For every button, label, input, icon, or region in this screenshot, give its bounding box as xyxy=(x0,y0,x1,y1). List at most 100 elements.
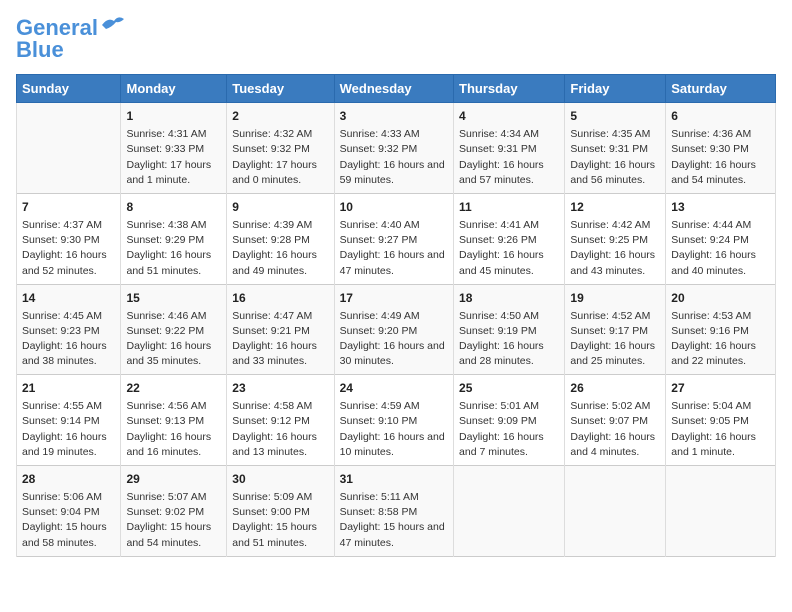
day-number: 29 xyxy=(126,471,221,488)
day-number: 12 xyxy=(570,199,660,216)
calendar-cell: 5 Sunrise: 4:35 AMSunset: 9:31 PMDaylight… xyxy=(565,103,666,194)
day-info: Sunrise: 5:09 AMSunset: 9:00 PMDaylight:… xyxy=(232,490,328,551)
calendar-cell: 9 Sunrise: 4:39 AMSunset: 9:28 PMDaylight… xyxy=(227,194,334,285)
calendar-week-row: 28 Sunrise: 5:06 AMSunset: 9:04 PMDayligh… xyxy=(17,466,776,557)
day-info: Sunrise: 5:02 AMSunset: 9:07 PMDaylight:… xyxy=(570,399,660,460)
calendar-week-row: 21Sunrise: 4:55 AMSunset: 9:14 PMDayligh… xyxy=(17,375,776,466)
calendar-cell: 24 Sunrise: 4:59 AMSunset: 9:10 PMDayligh… xyxy=(334,375,453,466)
day-info: Sunrise: 5:04 AMSunset: 9:05 PMDaylight:… xyxy=(671,399,770,460)
page-header: General Blue xyxy=(16,16,776,62)
calendar-cell: 10 Sunrise: 4:40 AMSunset: 9:27 PMDayligh… xyxy=(334,194,453,285)
calendar-header-row: SundayMondayTuesdayWednesdayThursdayFrid… xyxy=(17,75,776,103)
column-header-thursday: Thursday xyxy=(454,75,565,103)
calendar-cell: 25 Sunrise: 5:01 AMSunset: 9:09 PMDayligh… xyxy=(454,375,565,466)
calendar-week-row: 14 Sunrise: 4:45 AMSunset: 9:23 PMDayligh… xyxy=(17,284,776,375)
day-number: 25 xyxy=(459,380,559,397)
day-number: 16 xyxy=(232,290,328,307)
day-number: 6 xyxy=(671,108,770,125)
calendar-cell: 17 Sunrise: 4:49 AMSunset: 9:20 PMDayligh… xyxy=(334,284,453,375)
day-number: 10 xyxy=(340,199,448,216)
day-info: Sunrise: 5:06 AMSunset: 9:04 PMDaylight:… xyxy=(22,490,115,551)
day-info: Sunrise: 4:35 AMSunset: 9:31 PMDaylight:… xyxy=(570,127,660,188)
day-info: Sunrise: 4:32 AMSunset: 9:32 PMDaylight:… xyxy=(232,127,328,188)
calendar-cell: 14 Sunrise: 4:45 AMSunset: 9:23 PMDayligh… xyxy=(17,284,121,375)
day-info: Sunrise: 4:40 AMSunset: 9:27 PMDaylight:… xyxy=(340,218,448,279)
day-number: 4 xyxy=(459,108,559,125)
day-info: Sunrise: 4:33 AMSunset: 9:32 PMDaylight:… xyxy=(340,127,448,188)
day-number: 11 xyxy=(459,199,559,216)
day-info: Sunrise: 4:42 AMSunset: 9:25 PMDaylight:… xyxy=(570,218,660,279)
day-number: 19 xyxy=(570,290,660,307)
day-number: 14 xyxy=(22,290,115,307)
day-number: 28 xyxy=(22,471,115,488)
calendar-cell: 19 Sunrise: 4:52 AMSunset: 9:17 PMDayligh… xyxy=(565,284,666,375)
calendar-cell: 22Sunrise: 4:56 AMSunset: 9:13 PMDayligh… xyxy=(121,375,227,466)
calendar-cell: 6Sunrise: 4:36 AMSunset: 9:30 PMDaylight… xyxy=(666,103,776,194)
calendar-week-row: 7 Sunrise: 4:37 AMSunset: 9:30 PMDaylight… xyxy=(17,194,776,285)
day-info: Sunrise: 4:41 AMSunset: 9:26 PMDaylight:… xyxy=(459,218,559,279)
calendar-week-row: 1Sunrise: 4:31 AMSunset: 9:33 PMDaylight… xyxy=(17,103,776,194)
calendar-cell: 20 Sunrise: 4:53 AMSunset: 9:16 PMDayligh… xyxy=(666,284,776,375)
calendar-cell: 15 Sunrise: 4:46 AMSunset: 9:22 PMDayligh… xyxy=(121,284,227,375)
day-info: Sunrise: 4:45 AMSunset: 9:23 PMDaylight:… xyxy=(22,309,115,370)
calendar-cell: 8 Sunrise: 4:38 AMSunset: 9:29 PMDaylight… xyxy=(121,194,227,285)
calendar-cell: 31 Sunrise: 5:11 AMSunset: 8:58 PMDayligh… xyxy=(334,466,453,557)
day-number: 30 xyxy=(232,471,328,488)
calendar-cell: 2Sunrise: 4:32 AMSunset: 9:32 PMDaylight… xyxy=(227,103,334,194)
day-info: Sunrise: 5:11 AMSunset: 8:58 PMDaylight:… xyxy=(340,490,448,551)
calendar-cell: 27 Sunrise: 5:04 AMSunset: 9:05 PMDayligh… xyxy=(666,375,776,466)
day-number: 15 xyxy=(126,290,221,307)
day-number: 3 xyxy=(340,108,448,125)
calendar-cell: 1Sunrise: 4:31 AMSunset: 9:33 PMDaylight… xyxy=(121,103,227,194)
day-number: 8 xyxy=(126,199,221,216)
day-info: Sunrise: 4:53 AMSunset: 9:16 PMDaylight:… xyxy=(671,309,770,370)
day-info: Sunrise: 4:31 AMSunset: 9:33 PMDaylight:… xyxy=(126,127,221,188)
day-number: 31 xyxy=(340,471,448,488)
day-info: Sunrise: 4:38 AMSunset: 9:29 PMDaylight:… xyxy=(126,218,221,279)
calendar-cell xyxy=(17,103,121,194)
day-number: 7 xyxy=(22,199,115,216)
day-number: 24 xyxy=(340,380,448,397)
calendar-cell: 29Sunrise: 5:07 AMSunset: 9:02 PMDayligh… xyxy=(121,466,227,557)
day-info: Sunrise: 4:44 AMSunset: 9:24 PMDaylight:… xyxy=(671,218,770,279)
column-header-monday: Monday xyxy=(121,75,227,103)
column-header-saturday: Saturday xyxy=(666,75,776,103)
calendar-cell: 13 Sunrise: 4:44 AMSunset: 9:24 PMDayligh… xyxy=(666,194,776,285)
day-info: Sunrise: 4:49 AMSunset: 9:20 PMDaylight:… xyxy=(340,309,448,370)
day-number: 27 xyxy=(671,380,770,397)
day-info: Sunrise: 5:01 AMSunset: 9:09 PMDaylight:… xyxy=(459,399,559,460)
calendar-cell: 3 Sunrise: 4:33 AMSunset: 9:32 PMDaylight… xyxy=(334,103,453,194)
day-number: 20 xyxy=(671,290,770,307)
calendar-cell: 18 Sunrise: 4:50 AMSunset: 9:19 PMDayligh… xyxy=(454,284,565,375)
day-number: 22 xyxy=(126,380,221,397)
calendar-cell: 28 Sunrise: 5:06 AMSunset: 9:04 PMDayligh… xyxy=(17,466,121,557)
column-header-sunday: Sunday xyxy=(17,75,121,103)
day-info: Sunrise: 4:59 AMSunset: 9:10 PMDaylight:… xyxy=(340,399,448,460)
day-number: 21 xyxy=(22,380,115,397)
day-info: Sunrise: 4:50 AMSunset: 9:19 PMDaylight:… xyxy=(459,309,559,370)
calendar-cell: 16Sunrise: 4:47 AMSunset: 9:21 PMDayligh… xyxy=(227,284,334,375)
day-number: 13 xyxy=(671,199,770,216)
day-info: Sunrise: 4:34 AMSunset: 9:31 PMDaylight:… xyxy=(459,127,559,188)
calendar-cell xyxy=(454,466,565,557)
day-number: 18 xyxy=(459,290,559,307)
day-info: Sunrise: 4:37 AMSunset: 9:30 PMDaylight:… xyxy=(22,218,115,279)
day-number: 5 xyxy=(570,108,660,125)
day-number: 26 xyxy=(570,380,660,397)
calendar-cell: 7 Sunrise: 4:37 AMSunset: 9:30 PMDaylight… xyxy=(17,194,121,285)
calendar-cell: 4 Sunrise: 4:34 AMSunset: 9:31 PMDaylight… xyxy=(454,103,565,194)
calendar-cell: 11 Sunrise: 4:41 AMSunset: 9:26 PMDayligh… xyxy=(454,194,565,285)
column-header-friday: Friday xyxy=(565,75,666,103)
day-info: Sunrise: 4:58 AMSunset: 9:12 PMDaylight:… xyxy=(232,399,328,460)
day-info: Sunrise: 4:39 AMSunset: 9:28 PMDaylight:… xyxy=(232,218,328,279)
calendar-cell xyxy=(666,466,776,557)
column-header-wednesday: Wednesday xyxy=(334,75,453,103)
calendar-cell: 30 Sunrise: 5:09 AMSunset: 9:00 PMDayligh… xyxy=(227,466,334,557)
day-number: 9 xyxy=(232,199,328,216)
day-info: Sunrise: 4:52 AMSunset: 9:17 PMDaylight:… xyxy=(570,309,660,370)
day-info: Sunrise: 4:46 AMSunset: 9:22 PMDaylight:… xyxy=(126,309,221,370)
calendar-cell: 26 Sunrise: 5:02 AMSunset: 9:07 PMDayligh… xyxy=(565,375,666,466)
calendar-cell: 12 Sunrise: 4:42 AMSunset: 9:25 PMDayligh… xyxy=(565,194,666,285)
calendar-cell: 21Sunrise: 4:55 AMSunset: 9:14 PMDayligh… xyxy=(17,375,121,466)
day-number: 17 xyxy=(340,290,448,307)
